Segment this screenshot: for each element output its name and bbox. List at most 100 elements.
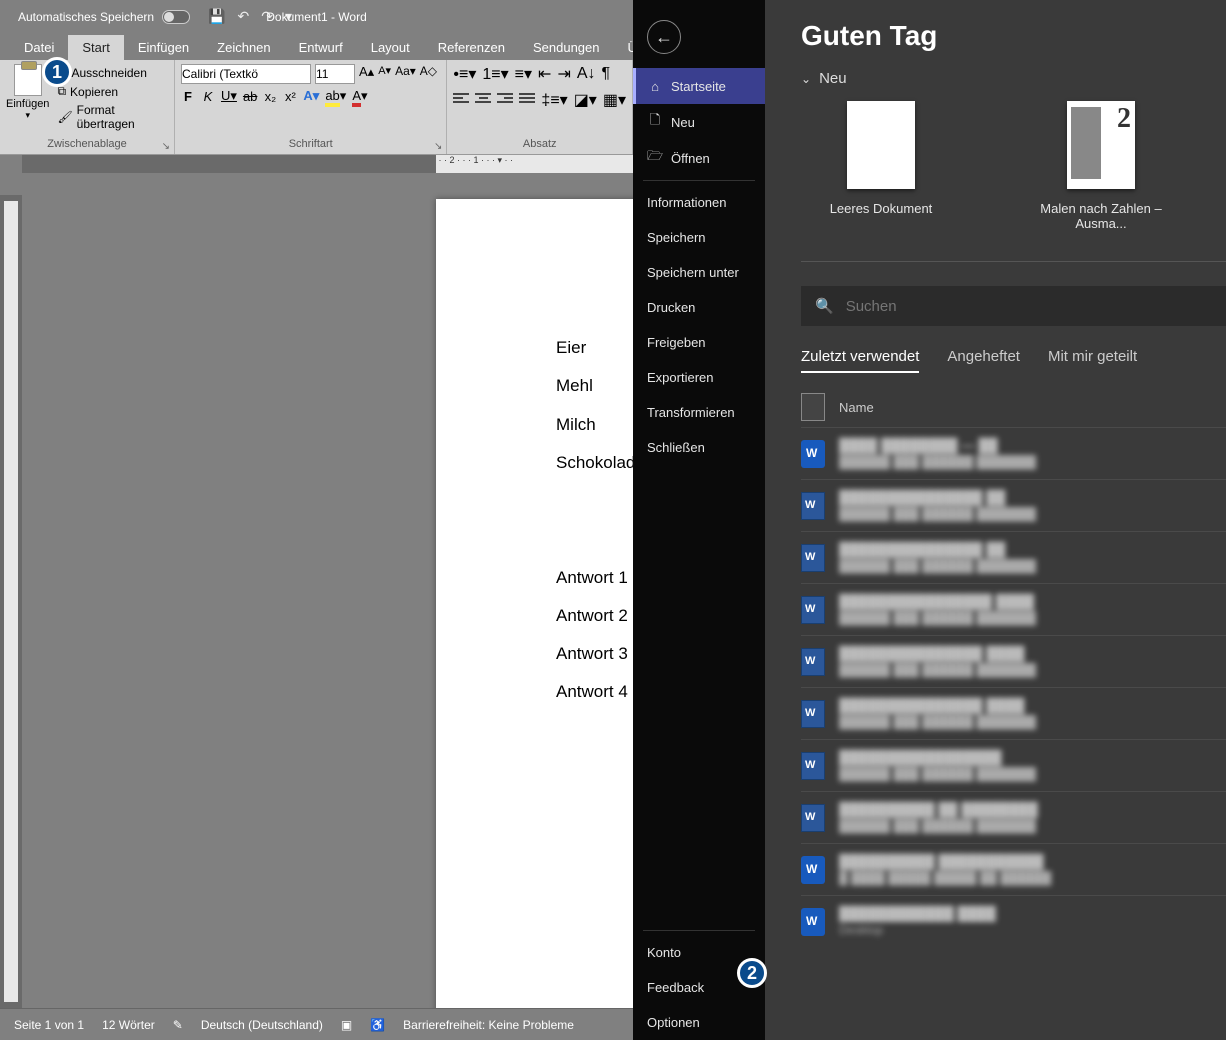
recent-file-row[interactable]: ███████████████████████ ███ ██████ █████… [801, 739, 1226, 791]
sort-button[interactable]: A↓ [577, 65, 596, 83]
bold-button[interactable]: F [181, 89, 195, 104]
tab-einfuegen[interactable]: Einfügen [124, 35, 203, 60]
doc-line[interactable]: Antwort 2 [556, 597, 633, 635]
column-name[interactable]: Name [839, 400, 874, 415]
autosave-toggle[interactable]: Automatisches Speichern [18, 10, 190, 24]
nav-drucken[interactable]: Drucken [633, 290, 765, 325]
dialog-launcher-icon[interactable]: ↘ [162, 141, 170, 152]
doc-line[interactable]: Mehl [556, 367, 633, 405]
nav-optionen[interactable]: Optionen [633, 1005, 765, 1040]
change-case-icon[interactable]: Aa▾ [395, 64, 416, 84]
vertical-ruler[interactable] [0, 195, 22, 1008]
status-page[interactable]: Seite 1 von 1 [14, 1018, 84, 1032]
doc-line[interactable]: Milch [556, 406, 633, 444]
font-size-input[interactable] [315, 64, 355, 84]
doc-line[interactable] [556, 482, 633, 520]
undo-icon[interactable]: ↶ [238, 8, 250, 25]
tab-shared[interactable]: Mit mir geteilt [1048, 348, 1137, 373]
increase-indent-button[interactable]: ⇥ [557, 64, 570, 84]
shading-button[interactable]: ◪▾ [574, 90, 597, 110]
font-color-button[interactable]: A▾ [352, 88, 367, 104]
recent-file-row[interactable]: ██████████ ██ ██████████████ ███ ██████ … [801, 791, 1226, 843]
recent-file-row[interactable]: ███████████████ ██████████ ███ ██████ ██… [801, 635, 1226, 687]
justify-button[interactable] [519, 91, 535, 110]
nav-speichern-unter[interactable]: Speichern unter [633, 255, 765, 290]
macro-icon[interactable]: ▣ [341, 1018, 352, 1032]
underline-button[interactable]: U▾ [221, 88, 237, 104]
tab-recent[interactable]: Zuletzt verwendet [801, 348, 919, 373]
text-effects-button[interactable]: A▾ [303, 88, 319, 104]
numbering-button[interactable]: 1≡▾ [482, 64, 508, 84]
highlight-button[interactable]: ab▾ [325, 88, 346, 104]
doc-line[interactable]: Antwort 1 [556, 559, 633, 597]
line-spacing-button[interactable]: ‡≡▾ [541, 90, 567, 110]
grow-font-icon[interactable]: A▴ [359, 64, 374, 84]
search-box[interactable]: 🔍 [801, 286, 1226, 326]
recent-file-row[interactable]: ███████████████ ████████ ███ ██████ ████… [801, 531, 1226, 583]
align-right-button[interactable] [497, 91, 513, 110]
template-blank[interactable]: Leeres Dokument [801, 101, 961, 231]
cut-button[interactable]: ✂Ausschneiden [57, 66, 168, 80]
tab-pinned[interactable]: Angeheftet [947, 348, 1020, 373]
nav-informationen[interactable]: Informationen [633, 185, 765, 220]
copy-button[interactable]: ⧉Kopieren [57, 84, 168, 99]
section-neu-header[interactable]: ⌄Neu [801, 70, 1226, 87]
tab-referenzen[interactable]: Referenzen [424, 35, 519, 60]
strike-button[interactable]: ab [243, 89, 257, 104]
horizontal-ruler[interactable]: · · 2 · · · 1 · · · ▾ · · [22, 155, 633, 173]
doc-line[interactable]: Antwort 4 [556, 673, 633, 711]
recent-file-row[interactable]: ███████████████ ██████████ ███ ██████ ██… [801, 687, 1226, 739]
italic-button[interactable]: K [201, 89, 215, 104]
status-words[interactable]: 12 Wörter [102, 1018, 155, 1032]
back-button[interactable]: ← [647, 20, 681, 54]
toggle-off-icon[interactable] [162, 10, 190, 24]
nav-neu[interactable]: 🗋Neu [633, 104, 765, 140]
doc-line[interactable]: Eier [556, 329, 633, 367]
recent-file-row[interactable]: ████████████████ ██████████ ███ ██████ █… [801, 583, 1226, 635]
recent-file-row[interactable]: ██████████ ████████████ ████ █████ █████… [801, 843, 1226, 895]
align-center-button[interactable] [475, 91, 491, 110]
page[interactable]: Eier Mehl Milch Schokolade Antwort 1 Ant… [436, 199, 633, 1008]
nav-startseite[interactable]: ⌂Startseite [633, 68, 765, 104]
nav-transformieren[interactable]: Transformieren [633, 395, 765, 430]
tab-layout[interactable]: Layout [357, 35, 424, 60]
chevron-down-icon[interactable]: ▾ [25, 110, 30, 121]
save-icon[interactable]: 💾 [208, 8, 225, 25]
show-marks-button[interactable]: ¶ [602, 65, 611, 83]
borders-button[interactable]: ▦▾ [603, 90, 626, 110]
dialog-launcher-icon[interactable]: ↘ [434, 141, 442, 152]
nav-oeffnen[interactable]: 🗁Öffnen [633, 140, 765, 176]
tab-entwurf[interactable]: Entwurf [285, 35, 357, 60]
recent-file-row[interactable]: ████ ████████ — ████████ ███ ██████ ████… [801, 427, 1226, 479]
recent-file-row[interactable]: ███████████████ ████████ ███ ██████ ████… [801, 479, 1226, 531]
recent-file-row[interactable]: ████████████ ████Desktop [801, 895, 1226, 947]
doc-line[interactable] [556, 520, 633, 558]
doc-line[interactable]: Antwort 3 [556, 635, 633, 673]
nav-exportieren[interactable]: Exportieren [633, 360, 765, 395]
spellcheck-icon[interactable]: ✎ [173, 1018, 183, 1032]
document-area[interactable]: Eier Mehl Milch Schokolade Antwort 1 Ant… [22, 176, 633, 1008]
status-language[interactable]: Deutsch (Deutschland) [201, 1018, 323, 1032]
nav-freigeben[interactable]: Freigeben [633, 325, 765, 360]
tab-sendungen[interactable]: Sendungen [519, 35, 614, 60]
nav-schliessen[interactable]: Schließen [633, 430, 765, 465]
doc-line[interactable]: Schokolade [556, 444, 633, 482]
bullets-button[interactable]: •≡▾ [453, 64, 476, 84]
multilevel-button[interactable]: ≡▾ [515, 64, 532, 84]
search-input[interactable] [846, 298, 1212, 315]
accessibility-icon[interactable]: ♿ [370, 1018, 385, 1032]
nav-speichern[interactable]: Speichern [633, 220, 765, 255]
divider [643, 930, 755, 931]
format-painter-button[interactable]: 🖌Format übertragen [57, 103, 168, 131]
tab-zeichnen[interactable]: Zeichnen [203, 35, 284, 60]
template-paint-by-numbers[interactable]: Malen nach Zahlen – Ausma... [1021, 101, 1181, 231]
align-left-button[interactable] [453, 91, 469, 110]
shrink-font-icon[interactable]: A▾ [378, 64, 391, 84]
status-accessibility[interactable]: Barrierefreiheit: Keine Probleme [403, 1018, 574, 1032]
clear-formatting-icon[interactable]: A◇ [420, 64, 437, 84]
decrease-indent-button[interactable]: ⇤ [538, 64, 551, 84]
font-name-input[interactable] [181, 64, 311, 84]
tab-start[interactable]: Start [68, 35, 123, 60]
subscript-button[interactable]: x₂ [263, 89, 277, 104]
superscript-button[interactable]: x² [283, 89, 297, 104]
